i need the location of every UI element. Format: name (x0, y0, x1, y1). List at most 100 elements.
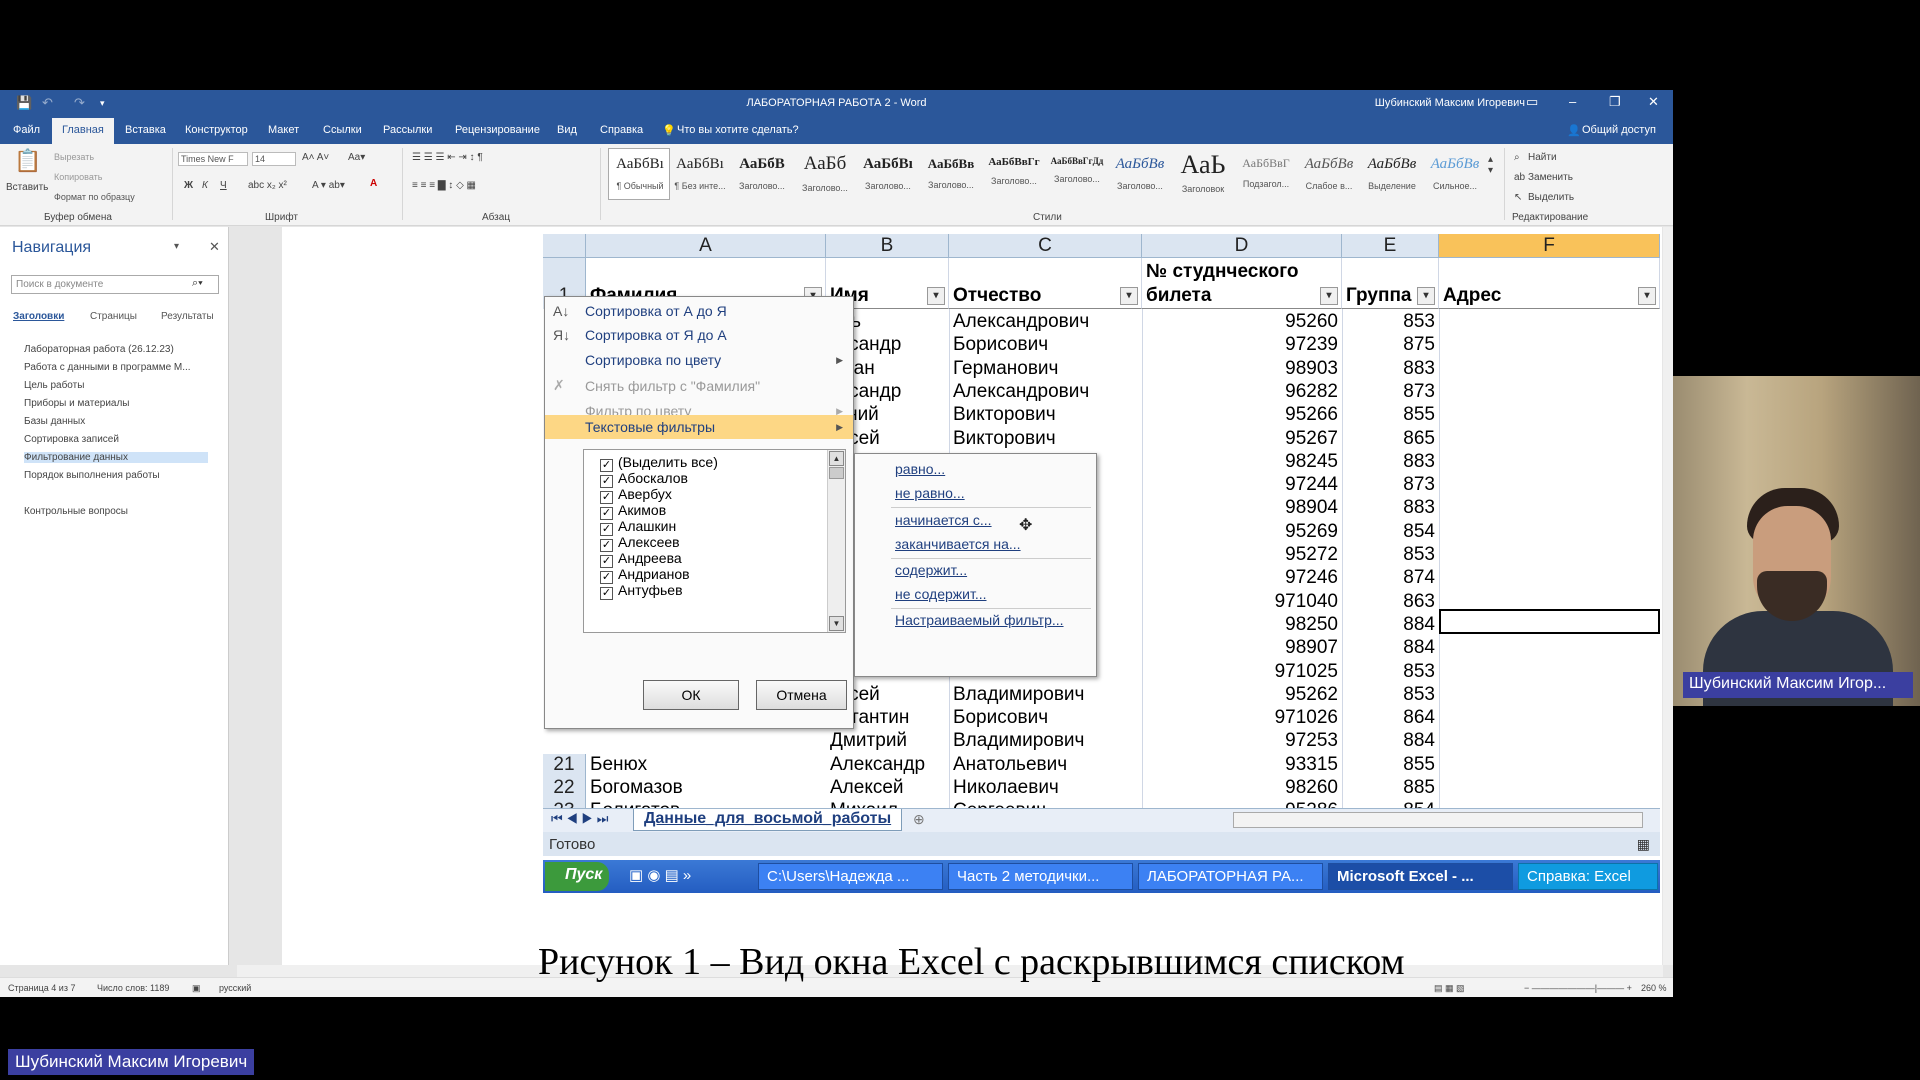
cancel-button[interactable]: Отмена (756, 680, 847, 710)
not-equals-item[interactable]: не равно... (895, 485, 965, 501)
cell-patronymic[interactable]: Борисович (953, 334, 1140, 357)
underline-icon[interactable]: Ч (220, 180, 227, 191)
quick-launch-icons[interactable]: ▣ ◉ ▤ » (629, 866, 691, 884)
cell-student-id[interactable]: 98903 (1142, 358, 1342, 381)
begins-with-item[interactable]: начинается с... (895, 512, 992, 528)
cell-surname[interactable]: Богомазов (590, 777, 824, 800)
cell-group[interactable]: 854 (1342, 521, 1439, 544)
tab-review[interactable]: Рецензирование (455, 124, 540, 136)
custom-filter-item[interactable]: Настраиваемый фильтр... (895, 612, 1064, 628)
share-button[interactable]: Общий доступ (1582, 124, 1656, 136)
cell-student-id[interactable]: 98245 (1142, 451, 1342, 474)
sheet-tab[interactable]: Данные_для_восьмой_работы (633, 809, 903, 831)
style-heading-2[interactable]: АаБб Заголово... (795, 150, 855, 200)
cell-student-id[interactable]: 97253 (1142, 730, 1342, 753)
cell-patronymic[interactable]: Александрович (953, 311, 1140, 334)
font-size-box[interactable]: 14 (252, 152, 296, 166)
select-button[interactable]: Выделить (1528, 192, 1574, 203)
ok-button[interactable]: ОК (643, 680, 739, 710)
search-icon[interactable]: ⌕▾ (192, 277, 203, 290)
cell-student-id[interactable]: 98250 (1142, 614, 1342, 637)
style-normal[interactable]: АаБбВı ¶ Обычный (610, 150, 670, 200)
cell-group[interactable]: 884 (1342, 614, 1439, 637)
taskbar-item[interactable]: Часть 2 методички... (948, 863, 1133, 890)
nav-options-icon[interactable]: ▾ (174, 241, 179, 252)
cell-student-id[interactable]: 98904 (1142, 497, 1342, 520)
active-cell[interactable] (1439, 609, 1660, 634)
cell-group[interactable]: 873 (1342, 474, 1439, 497)
nav-close-icon[interactable]: ✕ (209, 239, 220, 255)
nav-item[interactable]: Сортировка записей (24, 434, 119, 445)
proofing-icon[interactable]: ▣ (192, 983, 201, 994)
page-count[interactable]: Страница 4 из 7 (8, 983, 75, 993)
nav-item[interactable]: Лабораторная работа (26.12.23) (24, 344, 174, 355)
zoom-slider[interactable]: − ———————|——— + (1524, 983, 1632, 993)
cell-group[interactable]: 883 (1342, 497, 1439, 520)
filter-dropdown-icon[interactable]: ▾ (1120, 287, 1138, 305)
cell-group[interactable]: 883 (1342, 451, 1439, 474)
sort-za-item[interactable]: Сортировка от Я до А (585, 327, 727, 343)
tell-me-box[interactable]: Что вы хотите сделать? (677, 124, 799, 136)
sheet-nav-icons[interactable]: ⏮ ◀ ▶ ⏭ (551, 811, 608, 827)
cell-group[interactable]: 855 (1342, 754, 1439, 777)
cell-group[interactable]: 855 (1342, 404, 1439, 427)
cell-group[interactable]: 875 (1342, 334, 1439, 357)
align-icons[interactable]: ≡ ≡ ≡ ▇ ↕ ◇ ▦ (412, 180, 476, 191)
style-heading-5[interactable]: АаБбВвГг Заголово... (984, 150, 1044, 200)
bullets-icon[interactable]: ☰ ☰ ☰ ⇤ ⇥ ↕ ¶ (412, 152, 483, 163)
cell-student-id[interactable]: 971026 (1142, 707, 1342, 730)
cell-student-id[interactable]: 96282 (1142, 381, 1342, 404)
cell-patronymic[interactable]: Германович (953, 358, 1140, 381)
style-heading-4[interactable]: АаБбВв Заголово... (921, 150, 981, 200)
taskbar-item[interactable]: C:\Users\Надежда ... (758, 863, 943, 890)
nav-item[interactable]: Порядок выполнения работы (24, 470, 160, 481)
cell-group[interactable]: 853 (1342, 684, 1439, 707)
tab-view[interactable]: Вид (557, 124, 577, 136)
sort-az-item[interactable]: Сортировка от А до Я (585, 303, 727, 319)
cell-group[interactable]: 885 (1342, 777, 1439, 800)
filter-dropdown-icon[interactable]: ▾ (1320, 287, 1338, 305)
cell-student-id[interactable]: 98907 (1142, 637, 1342, 660)
cell-name[interactable]: Алексей (830, 777, 946, 800)
row-header[interactable]: 22 (543, 777, 586, 801)
checklist-item[interactable]: ✓ Антуфьев (600, 582, 683, 600)
text-effects-icon[interactable]: A ▾ ab▾ (312, 180, 345, 191)
nav-tab-pages[interactable]: Страницы (90, 311, 137, 322)
column-header-a[interactable]: A (586, 234, 826, 258)
nav-search-input[interactable]: Поиск в документе (11, 275, 219, 294)
cell-group[interactable]: 863 (1342, 591, 1439, 614)
font-grow-icon[interactable]: A˄ A˅ (302, 152, 329, 163)
maximize-icon[interactable]: ❐ (1609, 94, 1621, 110)
select-all-corner[interactable] (543, 234, 586, 258)
nav-item[interactable]: Приборы и материалы (24, 398, 130, 409)
cell-student-id[interactable]: 95269 (1142, 521, 1342, 544)
style-heading-7[interactable]: АаБбВв Заголово... (1110, 150, 1170, 200)
taskbar-item[interactable]: ЛАБОРАТОРНАЯ РА... (1138, 863, 1323, 890)
row-header[interactable]: 21 (543, 753, 586, 777)
cell-student-id[interactable]: 97246 (1142, 567, 1342, 590)
scroll-thumb[interactable] (829, 467, 844, 479)
cell-patronymic[interactable]: Викторович (953, 404, 1140, 427)
nav-item[interactable]: Работа с данными в программе M... (24, 362, 191, 373)
nav-item[interactable]: Контрольные вопросы (24, 506, 128, 517)
style-heading-3[interactable]: АаБбВı Заголово... (858, 150, 918, 200)
copy-button[interactable]: Копировать (54, 172, 102, 182)
cell-group[interactable]: 853 (1342, 544, 1439, 567)
contains-item[interactable]: содержит... (895, 562, 967, 578)
cell-group[interactable]: 865 (1342, 428, 1439, 451)
close-icon[interactable]: ✕ (1648, 94, 1659, 110)
strikethrough-icon[interactable]: abc x₂ x² (248, 180, 287, 191)
start-button[interactable]: Пуск (545, 862, 609, 891)
format-painter-button[interactable]: Формат по образцу (54, 192, 135, 202)
scroll-down-icon[interactable]: ▼ (829, 616, 844, 631)
taskbar-item-active[interactable]: Microsoft Excel - ... (1328, 863, 1513, 890)
tab-insert[interactable]: Вставка (125, 124, 166, 136)
text-filters-item[interactable]: Текстовые фильтры (545, 415, 853, 439)
nav-item[interactable]: Цель работы (24, 380, 84, 391)
font-name-box[interactable]: Times New F (178, 152, 248, 166)
cell-student-id[interactable]: 95272 (1142, 544, 1342, 567)
paste-button[interactable]: Вставить (6, 182, 48, 193)
cell-patronymic[interactable]: Николаевич (953, 777, 1140, 800)
cell-student-id[interactable]: 98260 (1142, 777, 1342, 800)
font-color-icon[interactable]: A (370, 178, 377, 189)
